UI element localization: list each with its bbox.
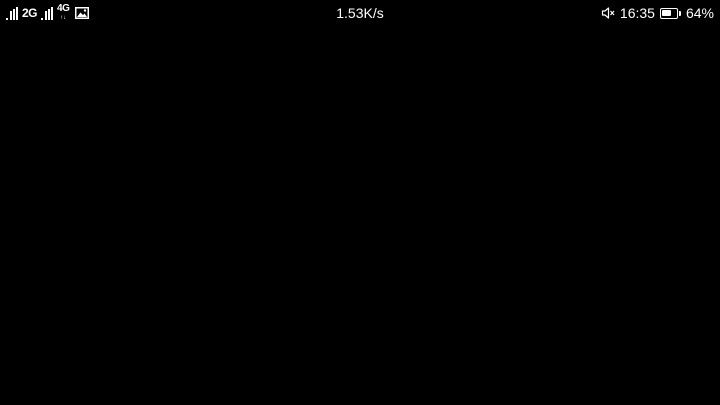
battery-icon xyxy=(659,7,681,19)
battery-fill xyxy=(662,10,671,16)
mute-icon xyxy=(601,7,615,19)
battery-percent: 64% xyxy=(685,5,714,21)
status-bar: 2G 4G ↑↓ 1.53K/s 16:35 64% xyxy=(0,0,720,26)
battery-body xyxy=(659,7,678,19)
blank-content-area xyxy=(0,26,720,405)
clock: 16:35 xyxy=(619,5,655,21)
status-right-group: 16:35 64% xyxy=(601,5,714,21)
battery-cap xyxy=(678,10,681,16)
